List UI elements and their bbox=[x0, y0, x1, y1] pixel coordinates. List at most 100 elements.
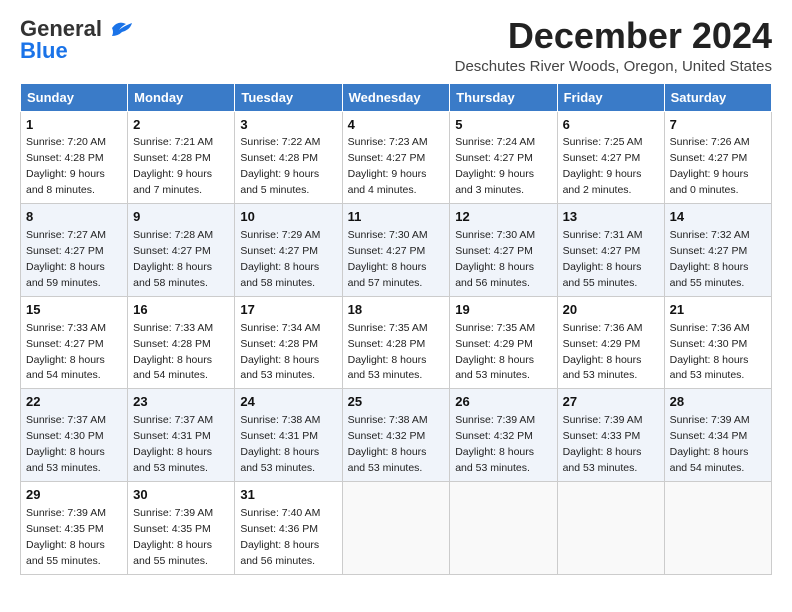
day-info: Sunrise: 7:37 AMSunset: 4:31 PMDaylight:… bbox=[133, 414, 213, 474]
calendar-cell: 1Sunrise: 7:20 AMSunset: 4:28 PMDaylight… bbox=[21, 111, 128, 204]
day-number: 14 bbox=[670, 208, 766, 227]
day-number: 21 bbox=[670, 301, 766, 320]
calendar-cell: 7Sunrise: 7:26 AMSunset: 4:27 PMDaylight… bbox=[664, 111, 771, 204]
calendar-cell: 16 Sunrise: 7:33 AMSunset: 4:28 PMDayligh… bbox=[128, 296, 235, 389]
day-info: Sunrise: 7:33 AMSunset: 4:27 PMDaylight:… bbox=[26, 322, 106, 382]
day-info: Sunrise: 7:25 AMSunset: 4:27 PMDaylight:… bbox=[563, 136, 643, 196]
day-info: Sunrise: 7:21 AMSunset: 4:28 PMDaylight:… bbox=[133, 136, 213, 196]
logo: General Blue bbox=[20, 16, 134, 64]
weekday-header-saturday: Saturday bbox=[664, 83, 771, 111]
day-number: 20 bbox=[563, 301, 659, 320]
calendar-cell: 4Sunrise: 7:23 AMSunset: 4:27 PMDaylight… bbox=[342, 111, 450, 204]
calendar-cell: 23 Sunrise: 7:37 AMSunset: 4:31 PMDayligh… bbox=[128, 389, 235, 482]
day-number: 10 bbox=[240, 208, 336, 227]
title-block: December 2024 Deschutes River Woods, Ore… bbox=[455, 16, 772, 75]
day-number: 28 bbox=[670, 393, 766, 412]
calendar-cell bbox=[450, 481, 557, 574]
day-number: 17 bbox=[240, 301, 336, 320]
day-number: 23 bbox=[133, 393, 229, 412]
day-number: 18 bbox=[348, 301, 445, 320]
weekday-header-tuesday: Tuesday bbox=[235, 83, 342, 111]
day-info: Sunrise: 7:23 AMSunset: 4:27 PMDaylight:… bbox=[348, 136, 428, 196]
day-number: 2 bbox=[133, 116, 229, 135]
weekday-header-monday: Monday bbox=[128, 83, 235, 111]
day-info: Sunrise: 7:37 AMSunset: 4:30 PMDaylight:… bbox=[26, 414, 106, 474]
day-number: 29 bbox=[26, 486, 122, 505]
day-number: 6 bbox=[563, 116, 659, 135]
calendar-cell: 9 Sunrise: 7:28 AMSunset: 4:27 PMDaylight… bbox=[128, 204, 235, 297]
day-number: 15 bbox=[26, 301, 122, 320]
page-subtitle: Deschutes River Woods, Oregon, United St… bbox=[455, 58, 772, 75]
calendar-cell: 3Sunrise: 7:22 AMSunset: 4:28 PMDaylight… bbox=[235, 111, 342, 204]
day-info: Sunrise: 7:35 AMSunset: 4:29 PMDaylight:… bbox=[455, 322, 535, 382]
calendar-cell: 14 Sunrise: 7:32 AMSunset: 4:27 PMDayligh… bbox=[664, 204, 771, 297]
day-number: 24 bbox=[240, 393, 336, 412]
calendar-cell: 12Sunrise: 7:30 AMSunset: 4:27 PMDayligh… bbox=[450, 204, 557, 297]
calendar-cell: 29 Sunrise: 7:39 AMSunset: 4:35 PMDayligh… bbox=[21, 481, 128, 574]
weekday-header-sunday: Sunday bbox=[21, 83, 128, 111]
day-info: Sunrise: 7:39 AMSunset: 4:35 PMDaylight:… bbox=[26, 507, 106, 567]
day-number: 16 bbox=[133, 301, 229, 320]
calendar-week-1: 1Sunrise: 7:20 AMSunset: 4:28 PMDaylight… bbox=[21, 111, 772, 204]
day-info: Sunrise: 7:39 AMSunset: 4:32 PMDaylight:… bbox=[455, 414, 535, 474]
calendar-week-5: 29 Sunrise: 7:39 AMSunset: 4:35 PMDayligh… bbox=[21, 481, 772, 574]
calendar-cell: 25 Sunrise: 7:38 AMSunset: 4:32 PMDayligh… bbox=[342, 389, 450, 482]
day-info: Sunrise: 7:26 AMSunset: 4:27 PMDaylight:… bbox=[670, 136, 750, 196]
page-title: December 2024 bbox=[455, 16, 772, 56]
calendar-cell: 18 Sunrise: 7:35 AMSunset: 4:28 PMDayligh… bbox=[342, 296, 450, 389]
calendar-cell bbox=[557, 481, 664, 574]
calendar-cell: 20Sunrise: 7:36 AMSunset: 4:29 PMDayligh… bbox=[557, 296, 664, 389]
calendar-cell: 10 Sunrise: 7:29 AMSunset: 4:27 PMDayligh… bbox=[235, 204, 342, 297]
calendar-cell: 27Sunrise: 7:39 AMSunset: 4:33 PMDayligh… bbox=[557, 389, 664, 482]
day-info: Sunrise: 7:38 AMSunset: 4:31 PMDaylight:… bbox=[240, 414, 320, 474]
day-number: 30 bbox=[133, 486, 229, 505]
day-number: 7 bbox=[670, 116, 766, 135]
page-header: General Blue December 2024 Deschutes Riv… bbox=[20, 16, 772, 75]
day-number: 26 bbox=[455, 393, 551, 412]
day-info: Sunrise: 7:22 AMSunset: 4:28 PMDaylight:… bbox=[240, 136, 320, 196]
day-number: 19 bbox=[455, 301, 551, 320]
calendar-cell: 31Sunrise: 7:40 AMSunset: 4:36 PMDayligh… bbox=[235, 481, 342, 574]
day-info: Sunrise: 7:32 AMSunset: 4:27 PMDaylight:… bbox=[670, 229, 750, 289]
day-info: Sunrise: 7:28 AMSunset: 4:27 PMDaylight:… bbox=[133, 229, 213, 289]
calendar-cell: 8 Sunrise: 7:27 AMSunset: 4:27 PMDaylight… bbox=[21, 204, 128, 297]
calendar-cell: 24 Sunrise: 7:38 AMSunset: 4:31 PMDayligh… bbox=[235, 389, 342, 482]
day-info: Sunrise: 7:39 AMSunset: 4:34 PMDaylight:… bbox=[670, 414, 750, 474]
calendar-cell: 17Sunrise: 7:34 AMSunset: 4:28 PMDayligh… bbox=[235, 296, 342, 389]
day-number: 4 bbox=[348, 116, 445, 135]
calendar-cell bbox=[664, 481, 771, 574]
calendar-cell: 26 Sunrise: 7:39 AMSunset: 4:32 PMDayligh… bbox=[450, 389, 557, 482]
day-number: 3 bbox=[240, 116, 336, 135]
day-number: 5 bbox=[455, 116, 551, 135]
day-number: 25 bbox=[348, 393, 445, 412]
day-number: 31 bbox=[240, 486, 336, 505]
day-number: 1 bbox=[26, 116, 122, 135]
day-number: 11 bbox=[348, 208, 445, 227]
calendar-cell bbox=[342, 481, 450, 574]
day-info: Sunrise: 7:31 AMSunset: 4:27 PMDaylight:… bbox=[563, 229, 643, 289]
weekday-header-row: SundayMondayTuesdayWednesdayThursdayFrid… bbox=[21, 83, 772, 111]
day-info: Sunrise: 7:33 AMSunset: 4:28 PMDaylight:… bbox=[133, 322, 213, 382]
calendar-cell: 11Sunrise: 7:30 AMSunset: 4:27 PMDayligh… bbox=[342, 204, 450, 297]
calendar-cell: 30 Sunrise: 7:39 AMSunset: 4:35 PMDayligh… bbox=[128, 481, 235, 574]
calendar-cell: 6Sunrise: 7:25 AMSunset: 4:27 PMDaylight… bbox=[557, 111, 664, 204]
logo-bird-icon bbox=[104, 18, 134, 40]
day-number: 22 bbox=[26, 393, 122, 412]
day-info: Sunrise: 7:29 AMSunset: 4:27 PMDaylight:… bbox=[240, 229, 320, 289]
weekday-header-thursday: Thursday bbox=[450, 83, 557, 111]
calendar-week-2: 8 Sunrise: 7:27 AMSunset: 4:27 PMDaylight… bbox=[21, 204, 772, 297]
day-number: 9 bbox=[133, 208, 229, 227]
day-number: 13 bbox=[563, 208, 659, 227]
calendar-week-3: 15 Sunrise: 7:33 AMSunset: 4:27 PMDayligh… bbox=[21, 296, 772, 389]
day-info: Sunrise: 7:38 AMSunset: 4:32 PMDaylight:… bbox=[348, 414, 428, 474]
day-number: 8 bbox=[26, 208, 122, 227]
calendar-cell: 2Sunrise: 7:21 AMSunset: 4:28 PMDaylight… bbox=[128, 111, 235, 204]
calendar-cell: 28 Sunrise: 7:39 AMSunset: 4:34 PMDayligh… bbox=[664, 389, 771, 482]
day-info: Sunrise: 7:35 AMSunset: 4:28 PMDaylight:… bbox=[348, 322, 428, 382]
day-info: Sunrise: 7:36 AMSunset: 4:30 PMDaylight:… bbox=[670, 322, 750, 382]
day-info: Sunrise: 7:39 AMSunset: 4:35 PMDaylight:… bbox=[133, 507, 213, 567]
day-number: 27 bbox=[563, 393, 659, 412]
day-info: Sunrise: 7:27 AMSunset: 4:27 PMDaylight:… bbox=[26, 229, 106, 289]
calendar-body: 1Sunrise: 7:20 AMSunset: 4:28 PMDaylight… bbox=[21, 111, 772, 574]
calendar-cell: 22 Sunrise: 7:37 AMSunset: 4:30 PMDayligh… bbox=[21, 389, 128, 482]
